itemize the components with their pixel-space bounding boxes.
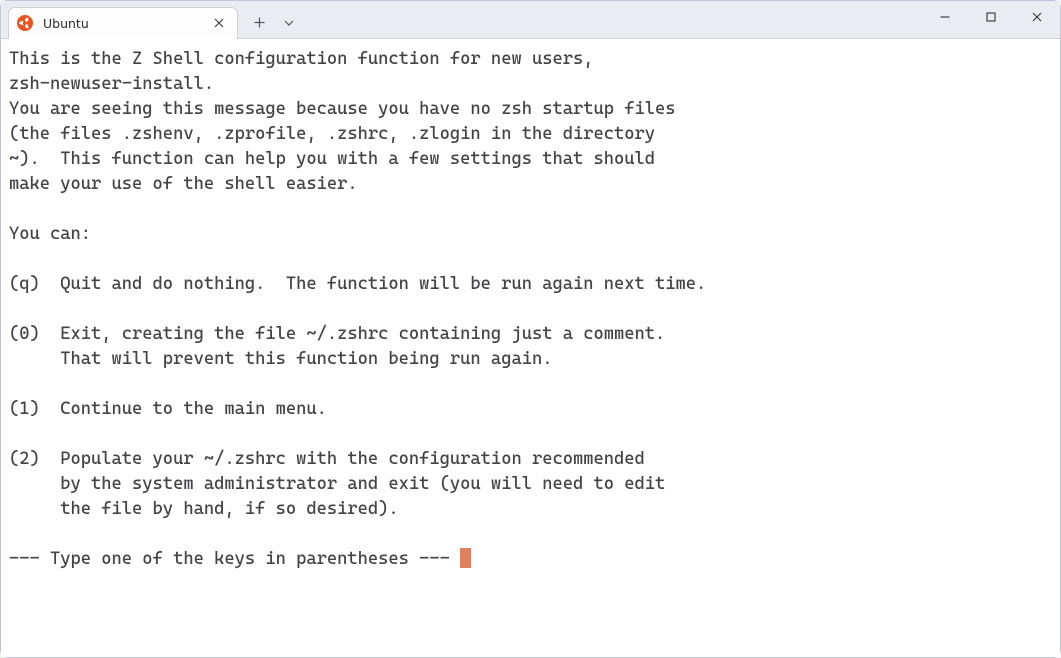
terminal-line: make your use of the shell easier. — [9, 172, 1052, 197]
window-close-button[interactable] — [1014, 1, 1060, 33]
terminal-line: ~). This function can help you with a fe… — [9, 147, 1052, 172]
close-icon — [214, 18, 224, 28]
minimize-button[interactable] — [922, 1, 968, 33]
terminal-line: (1) Continue to the main menu. — [9, 397, 1052, 422]
terminal-line — [9, 197, 1052, 222]
tab-title: Ubuntu — [43, 16, 211, 31]
terminal-line: (q) Quit and do nothing. The function wi… — [9, 272, 1052, 297]
terminal-line — [9, 297, 1052, 322]
maximize-button[interactable] — [968, 1, 1014, 33]
close-icon — [1032, 12, 1042, 22]
terminal-line: (2) Populate your ~/.zshrc with the conf… — [9, 447, 1052, 472]
tab-actions — [246, 1, 302, 38]
terminal-line: the file by hand, if so desired). — [9, 497, 1052, 522]
terminal-line: This is the Z Shell configuration functi… — [9, 47, 1052, 72]
terminal-tab[interactable]: Ubuntu — [8, 7, 238, 39]
tab-close-button[interactable] — [211, 15, 227, 31]
terminal-line — [9, 247, 1052, 272]
maximize-icon — [986, 12, 996, 22]
minimize-icon — [940, 12, 950, 22]
window-controls — [922, 1, 1060, 33]
terminal-line: (the files .zshenv, .zprofile, .zshrc, .… — [9, 122, 1052, 147]
terminal-line: You are seeing this message because you … — [9, 97, 1052, 122]
plus-icon — [254, 17, 265, 28]
window-titlebar: Ubuntu — [1, 1, 1060, 39]
terminal-line — [9, 422, 1052, 447]
terminal-line: zsh-newuser-install. — [9, 72, 1052, 97]
terminal-line: by the system administrator and exit (yo… — [9, 472, 1052, 497]
terminal-prompt-line: --- Type one of the keys in parentheses … — [9, 547, 1052, 572]
terminal-prompt-text: --- Type one of the keys in parentheses … — [9, 549, 460, 569]
terminal-line: (0) Exit, creating the file ~/.zshrc con… — [9, 322, 1052, 347]
terminal-cursor — [460, 548, 471, 568]
terminal-line: You can: — [9, 222, 1052, 247]
new-tab-button[interactable] — [246, 9, 272, 37]
ubuntu-icon — [17, 15, 33, 31]
terminal-line: That will prevent this function being ru… — [9, 347, 1052, 372]
tab-dropdown-button[interactable] — [276, 9, 302, 37]
chevron-down-icon — [284, 20, 294, 26]
terminal-line — [9, 372, 1052, 397]
terminal-content[interactable]: This is the Z Shell configuration functi… — [1, 39, 1060, 657]
terminal-line — [9, 522, 1052, 547]
